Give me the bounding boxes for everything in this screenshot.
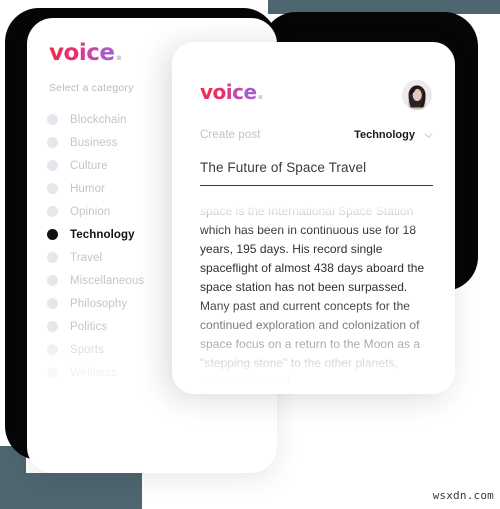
radio-bullet-icon (47, 344, 58, 355)
radio-bullet-selected-icon (47, 229, 58, 240)
logo-letter-c: c (232, 80, 244, 104)
category-label: Humor (70, 182, 106, 195)
category-label: Politics (70, 320, 108, 333)
logo-letter-o: o (63, 40, 80, 66)
logo-letter-e: e (99, 40, 115, 66)
logo-letter-e: e (243, 80, 258, 104)
logo-letter-c: c (86, 40, 100, 66)
radio-bullet-icon (47, 275, 58, 286)
post-title-value: The Future of Space Travel (200, 160, 367, 175)
radio-bullet-icon (47, 114, 58, 125)
radio-bullet-icon (47, 160, 58, 171)
logo-letter-o: o (212, 80, 227, 104)
category-label: Technology (70, 228, 135, 241)
category-label: Blockchain (70, 113, 127, 126)
composer-toolbar: Create post Technology (200, 129, 433, 141)
text-caret (287, 375, 289, 382)
voice-logo-right[interactable]: voice. (200, 82, 264, 102)
select-category-label: Select a category (49, 82, 134, 94)
watermark: wsxdn.com (432, 489, 494, 502)
category-label: Philosophy (70, 297, 128, 310)
post-body-field[interactable]: space is the International Space Station… (200, 202, 437, 382)
category-label: Sports (70, 343, 104, 356)
category-dropdown[interactable]: Technology (354, 129, 433, 141)
radio-bullet-icon (47, 252, 58, 263)
radio-bullet-icon (47, 183, 58, 194)
category-label: Opinion (70, 205, 111, 218)
user-avatar[interactable] (402, 80, 432, 110)
voice-logo-left[interactable]: voice. (49, 42, 123, 65)
screenshot-stage: voice. Select a category Blockchain Busi… (0, 0, 500, 509)
radio-bullet-icon (47, 206, 58, 217)
logo-dot: . (256, 80, 265, 104)
radio-bullet-icon (47, 321, 58, 332)
radio-bullet-icon (47, 367, 58, 378)
category-label: Wellness (70, 366, 118, 379)
radio-bullet-icon (47, 137, 58, 148)
post-title-field[interactable]: The Future of Space Travel (200, 160, 433, 186)
decor-slate-bottom-block (0, 473, 142, 509)
category-label: Business (70, 136, 118, 149)
create-post-label: Create post (200, 129, 261, 141)
category-label: Miscellaneous (70, 274, 145, 287)
chevron-down-icon (424, 133, 433, 138)
create-post-card: voice. Create post Technology The Future… (172, 42, 455, 394)
post-body-value: space is the International Space Station… (200, 202, 437, 382)
logo-letter-v: v (200, 80, 213, 104)
post-title-underline (200, 185, 433, 186)
category-dropdown-value: Technology (354, 129, 415, 141)
radio-bullet-icon (47, 298, 58, 309)
logo-dot: . (114, 40, 123, 66)
category-label: Culture (70, 159, 108, 172)
category-label: Travel (70, 251, 103, 264)
logo-letter-v: v (49, 40, 64, 66)
